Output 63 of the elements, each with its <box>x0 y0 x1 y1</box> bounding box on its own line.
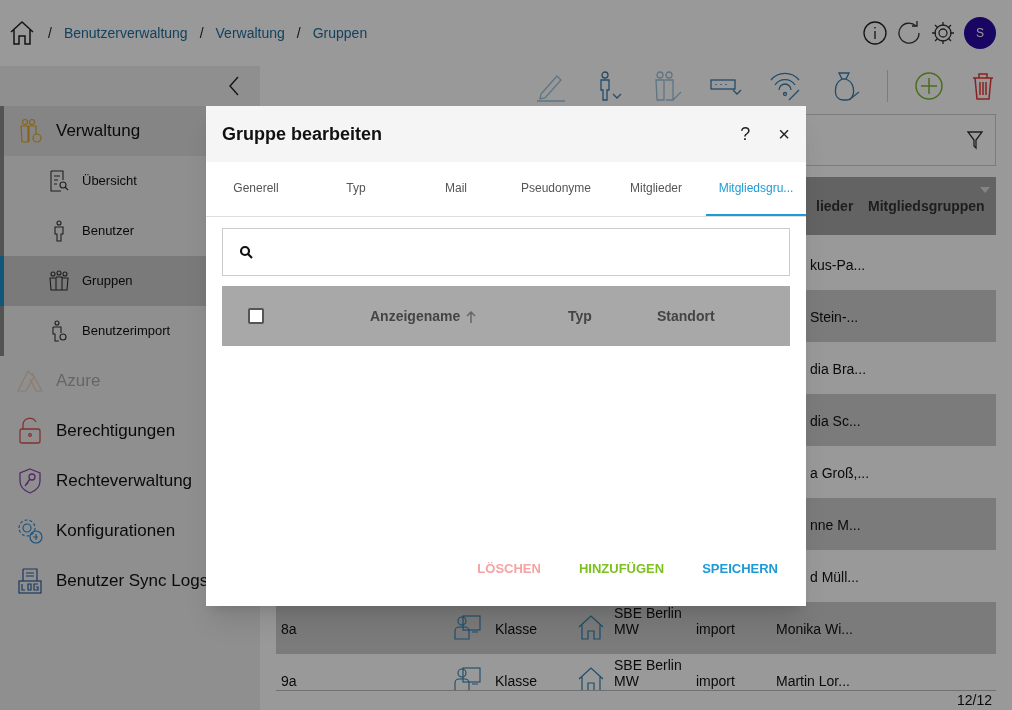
pagination-count: 12/12 <box>956 691 992 710</box>
search-icon <box>239 245 253 259</box>
breadcrumb-separator: / <box>48 23 52 43</box>
sidebar-item[interactable]: Konfigurationen <box>0 506 260 556</box>
select-all-checkbox[interactable] <box>248 308 264 324</box>
breadcrumb-link[interactable]: Verwaltung <box>215 22 285 44</box>
table-cell-text: Monika Wi... <box>776 620 853 639</box>
sidebar-item[interactable]: Benutzer Sync Logs <box>0 556 260 606</box>
delete-icon[interactable] <box>970 71 996 101</box>
dialog-tab[interactable]: Mitglieder <box>606 162 706 216</box>
table-cell-text: Stein-... <box>810 308 859 327</box>
breadcrumb-link[interactable]: Benutzerverwaltung <box>63 22 188 44</box>
table-cell-text: kus-Pa... <box>810 256 866 275</box>
dialog-button[interactable]: SPEICHERN <box>702 558 778 578</box>
breadcrumb-separator: / <box>199 23 204 43</box>
dialog-tab[interactable]: Mitgliedsgru... <box>706 162 806 216</box>
search-field[interactable] <box>222 228 790 276</box>
filter-icon[interactable] <box>967 130 983 150</box>
table-cell-text: d Müll... <box>810 568 859 587</box>
table-cell-text: a Groß,... <box>810 464 870 483</box>
class-icon <box>454 666 482 690</box>
class-icon <box>454 614 482 640</box>
add-icon[interactable] <box>914 71 944 101</box>
settings-icon[interactable] <box>930 20 956 46</box>
table-cell-text: 9a <box>281 672 297 690</box>
info-icon[interactable] <box>862 20 888 46</box>
table-cell-text: Martin Lor... <box>776 672 850 690</box>
table-cell-text: SBE Berlin MW <box>614 605 683 637</box>
dialog-tab[interactable]: Typ <box>306 162 406 216</box>
breadcrumb-link[interactable]: Gruppen <box>312 22 368 44</box>
table-cell-text: 8a <box>281 620 297 639</box>
refresh-icon[interactable] <box>896 20 922 46</box>
dialog-tab[interactable]: Pseudonyme <box>506 162 606 216</box>
house-icon <box>578 666 604 690</box>
dialog-tab[interactable]: Mail <box>406 162 506 216</box>
close-button[interactable]: × <box>778 119 790 149</box>
sort-arrow-icon[interactable] <box>466 310 477 323</box>
menu-icon <box>48 270 70 292</box>
table-cell-text: dia Sc... <box>810 412 861 431</box>
sidebar-item[interactable]: Berechtigungen <box>0 406 260 456</box>
menu-icon <box>48 170 70 192</box>
menu-icon <box>16 567 44 595</box>
table-cell-text: Klasse <box>495 620 538 639</box>
breadcrumb-separator: / <box>296 23 301 43</box>
column-header[interactable]: Typ <box>568 306 592 327</box>
table-cell-text: Klasse <box>495 672 538 690</box>
menu-icon <box>16 517 44 545</box>
house-icon <box>578 614 604 640</box>
table-cell-text: SBE Berlin MW <box>614 657 683 689</box>
menu-icon <box>16 467 44 495</box>
user-avatar[interactable]: S <box>964 17 996 49</box>
table-cell-text: dia Bra... <box>810 360 867 379</box>
table-cell-text: nne M... <box>810 516 861 535</box>
menu-icon <box>16 417 44 445</box>
home-icon[interactable] <box>8 19 36 47</box>
column-header[interactable]: Anzeigename <box>370 306 477 327</box>
collapse-icon[interactable] <box>228 76 240 96</box>
dialog-title: Gruppe bearbeiten <box>222 122 383 146</box>
table-cell-text: import <box>696 672 735 690</box>
table-cell-text: import <box>696 620 735 639</box>
sidebar-item[interactable]: Rechteverwaltung <box>0 456 260 506</box>
column-header[interactable]: Standort <box>657 306 715 327</box>
help-button[interactable]: ? <box>740 120 751 148</box>
